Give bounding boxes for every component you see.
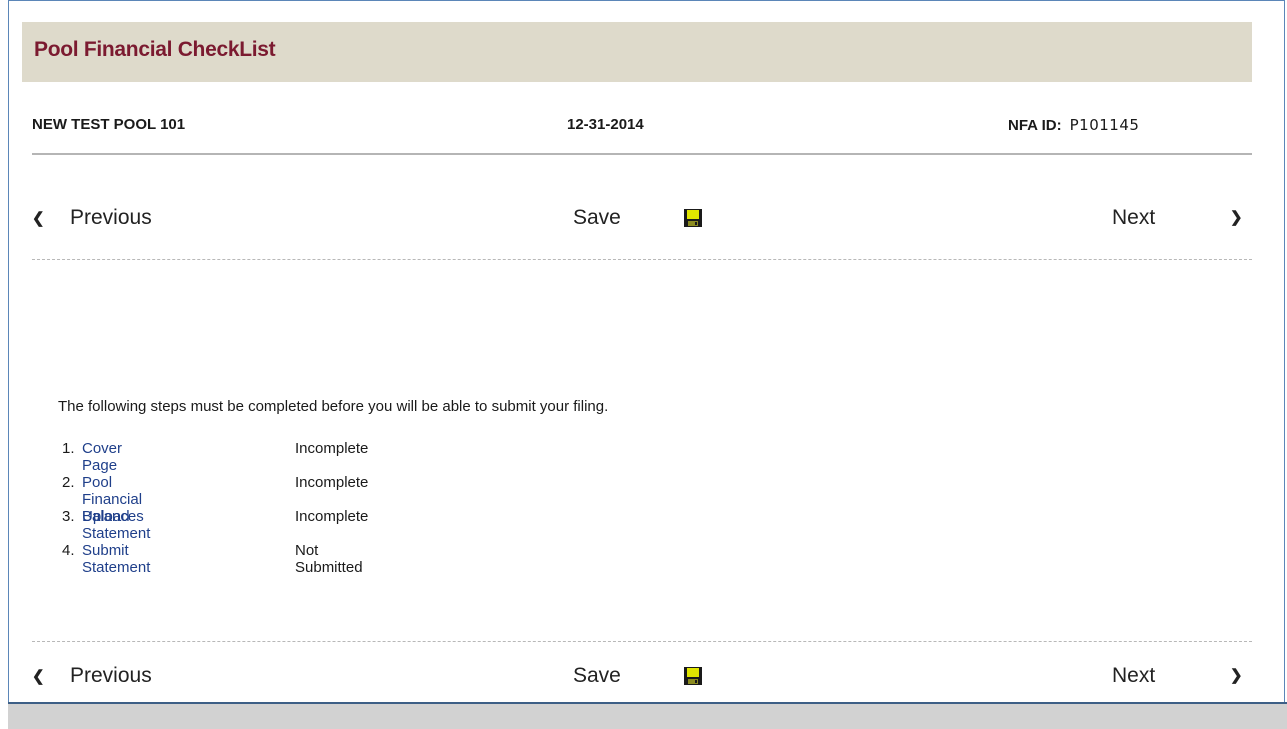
step-status: Not Submitted xyxy=(295,542,363,576)
chevron-right-icon[interactable]: ❯ xyxy=(1230,666,1243,684)
previous-label: Previous xyxy=(70,664,152,687)
top-nav: ❮ Previous Save Next ❯ xyxy=(32,206,1252,236)
page-frame xyxy=(8,0,1285,702)
step-link-upload-statement[interactable]: Upload Statement xyxy=(82,508,150,542)
nav-divider-top xyxy=(32,259,1252,260)
chevron-left-icon: ❮ xyxy=(32,210,45,227)
chevron-left-icon: ❮ xyxy=(32,668,45,685)
previous-button-top[interactable]: ❮ Previous xyxy=(32,206,152,230)
instructions-text: The following steps must be completed be… xyxy=(58,398,609,415)
page-title: Pool Financial CheckList xyxy=(34,38,276,61)
next-label: Next xyxy=(1112,206,1156,229)
next-label: Next xyxy=(1112,664,1156,687)
title-bar: Pool Financial CheckList xyxy=(22,22,1252,82)
bottom-nav: ❮ Previous Save Next ❯ xyxy=(32,664,1252,694)
step-number: 4. xyxy=(62,542,75,559)
step-link-cover-page[interactable]: Cover Page xyxy=(82,440,122,474)
nfa-id-value: P101145 xyxy=(1069,116,1140,134)
header-divider xyxy=(32,153,1252,155)
floppy-disk-icon[interactable] xyxy=(684,667,702,685)
filing-info-row: NEW TEST POOL 101 12-31-2014 NFA ID: P101… xyxy=(32,116,1252,140)
previous-button-bottom[interactable]: ❮ Previous xyxy=(32,664,152,688)
chevron-right-icon[interactable]: ❯ xyxy=(1230,208,1243,226)
step-number: 2. xyxy=(62,474,75,491)
pool-name: NEW TEST POOL 101 xyxy=(32,116,186,133)
footer-band xyxy=(8,702,1287,729)
nfa-id-label: NFA ID: xyxy=(1008,117,1062,134)
save-label: Save xyxy=(573,206,621,229)
next-button-bottom[interactable]: Next xyxy=(1112,664,1155,688)
period-date: 12-31-2014 xyxy=(567,116,644,133)
step-status: Incomplete xyxy=(295,440,369,457)
step-link-submit-statement[interactable]: Submit Statement xyxy=(82,542,150,576)
step-status: Incomplete xyxy=(295,508,369,525)
save-button-bottom[interactable]: Save xyxy=(573,664,621,688)
save-label: Save xyxy=(573,664,621,687)
floppy-disk-icon[interactable] xyxy=(684,209,702,227)
step-number: 1. xyxy=(62,440,75,457)
nfa-id: NFA ID: P101145 xyxy=(1008,116,1139,134)
next-button-top[interactable]: Next xyxy=(1112,206,1155,230)
step-number: 3. xyxy=(62,508,75,525)
step-status: Incomplete xyxy=(295,474,369,491)
save-button-top[interactable]: Save xyxy=(573,206,621,230)
nav-divider-bottom xyxy=(32,641,1252,642)
previous-label: Previous xyxy=(70,206,152,229)
